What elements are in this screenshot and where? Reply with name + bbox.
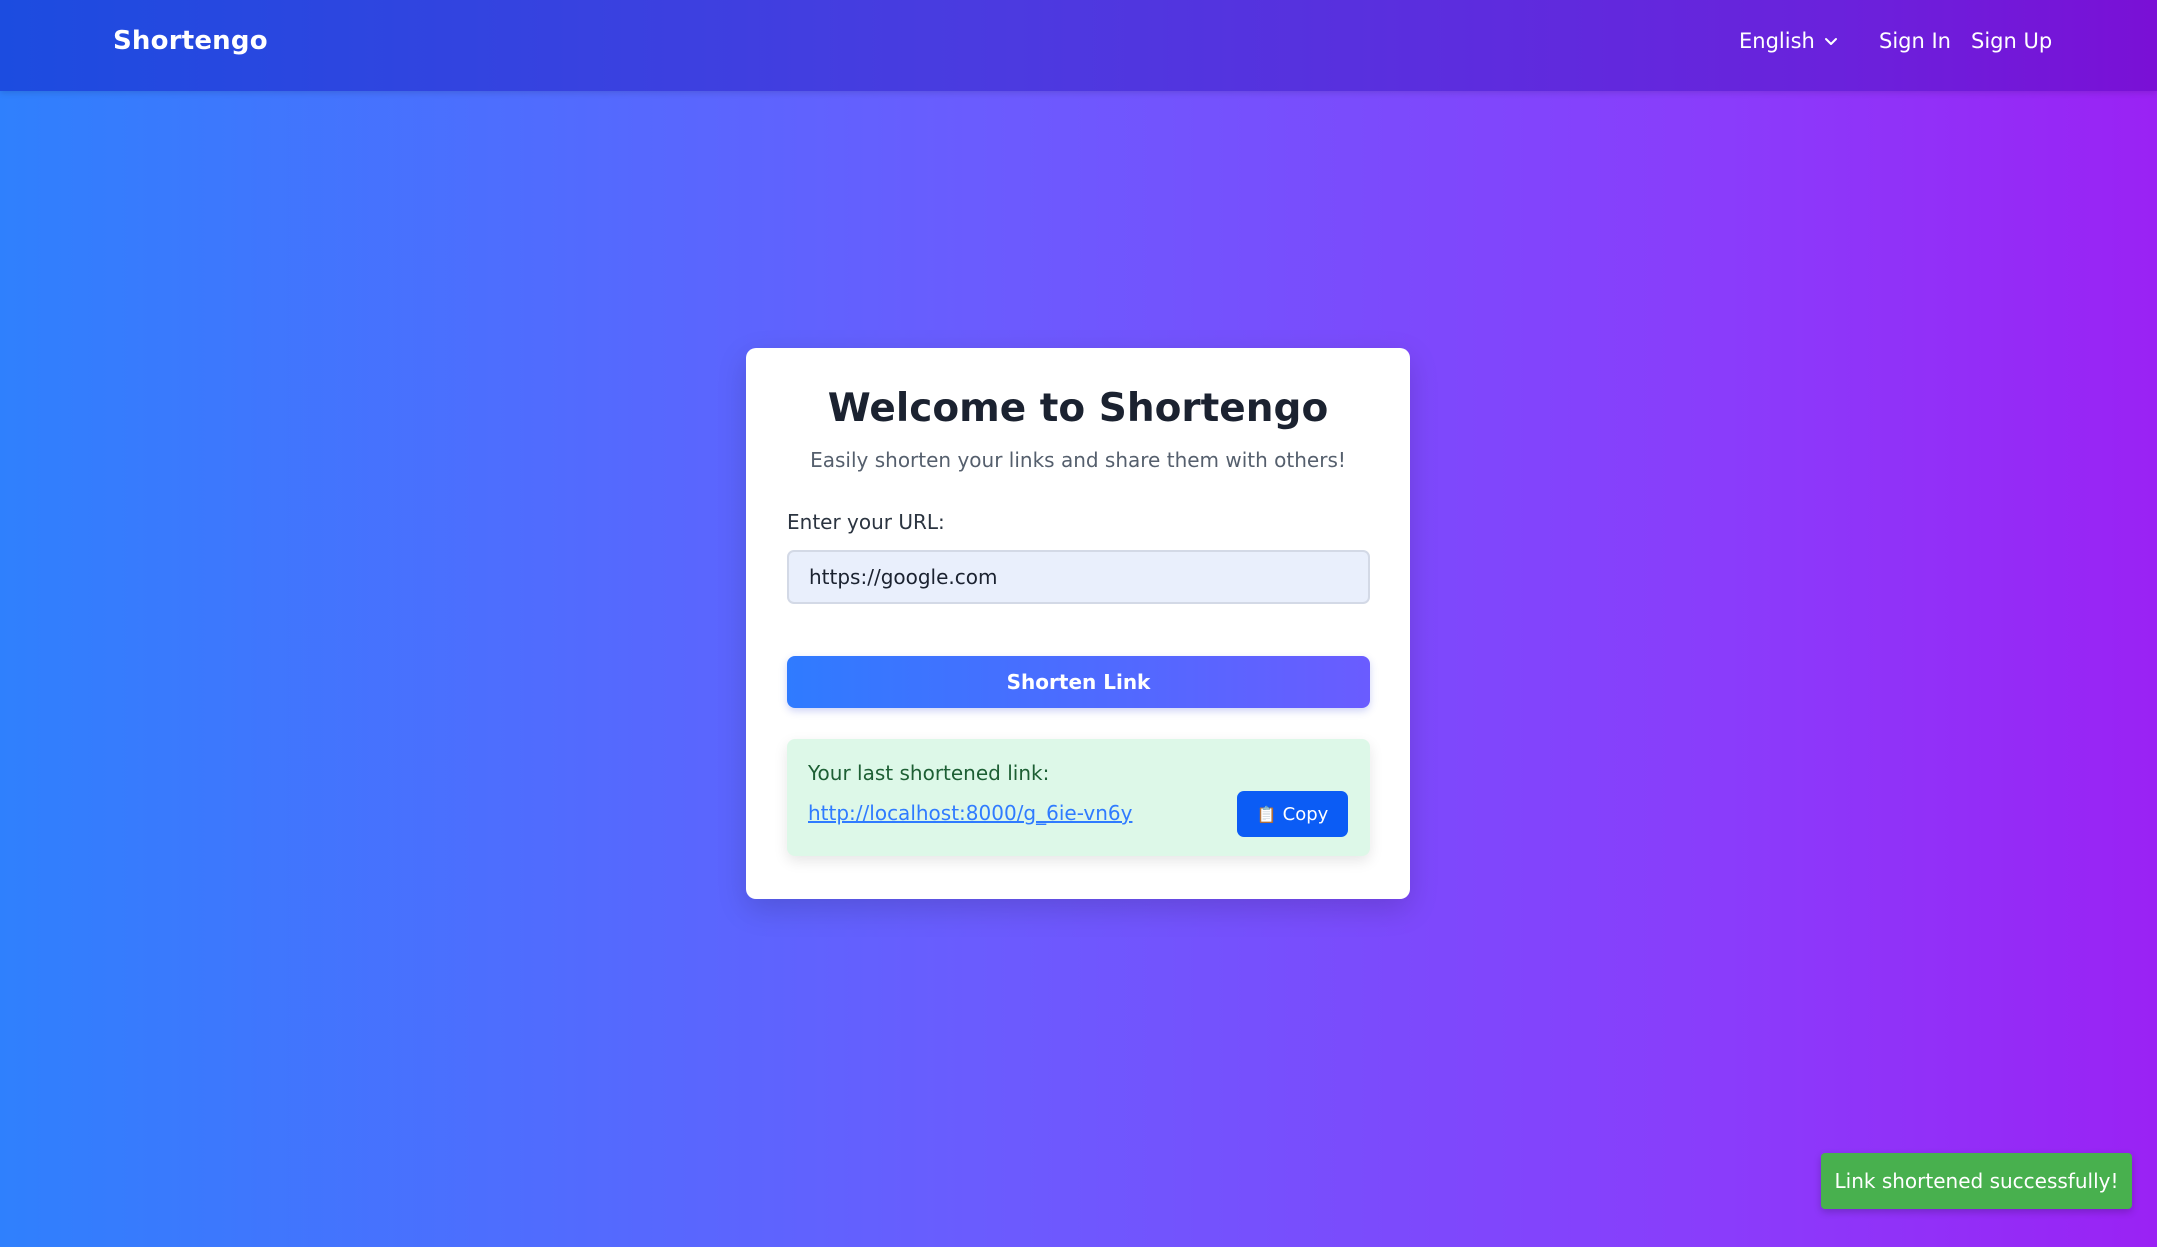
toast-message: Link shortened successfully! [1834, 1169, 2119, 1193]
page-title: Welcome to Shortengo [827, 386, 1329, 431]
shorten-card: Welcome to Shortengo Easily shorten your… [746, 348, 1410, 899]
sign-up-link[interactable]: Sign Up [1971, 29, 2052, 53]
url-input-label: Enter your URL: [787, 510, 945, 534]
top-navbar: Shortengo English Sign In Sign Up [0, 0, 2157, 91]
brand-logo[interactable]: Shortengo [113, 26, 268, 56]
language-label: English [1739, 29, 1815, 53]
language-selector[interactable]: English [1739, 29, 1839, 53]
shortened-link[interactable]: http://localhost:8000/g_6ie-vn6y [808, 801, 1132, 825]
last-shortened-link-panel: Your last shortened link: http://localho… [787, 739, 1370, 856]
last-shortened-link-label: Your last shortened link: [808, 761, 1050, 785]
url-input[interactable] [787, 550, 1370, 604]
sign-in-link[interactable]: Sign In [1879, 29, 1951, 53]
chevron-down-icon [1824, 38, 1837, 45]
copy-button[interactable]: 📋 Copy [1237, 791, 1348, 837]
clipboard-icon: 📋 [1256, 804, 1277, 824]
success-toast[interactable]: Link shortened successfully! [1821, 1153, 2132, 1209]
page-subtitle: Easily shorten your links and share them… [810, 448, 1346, 472]
copy-button-label: Copy [1282, 803, 1329, 825]
shorten-link-button[interactable]: Shorten Link [787, 656, 1370, 708]
